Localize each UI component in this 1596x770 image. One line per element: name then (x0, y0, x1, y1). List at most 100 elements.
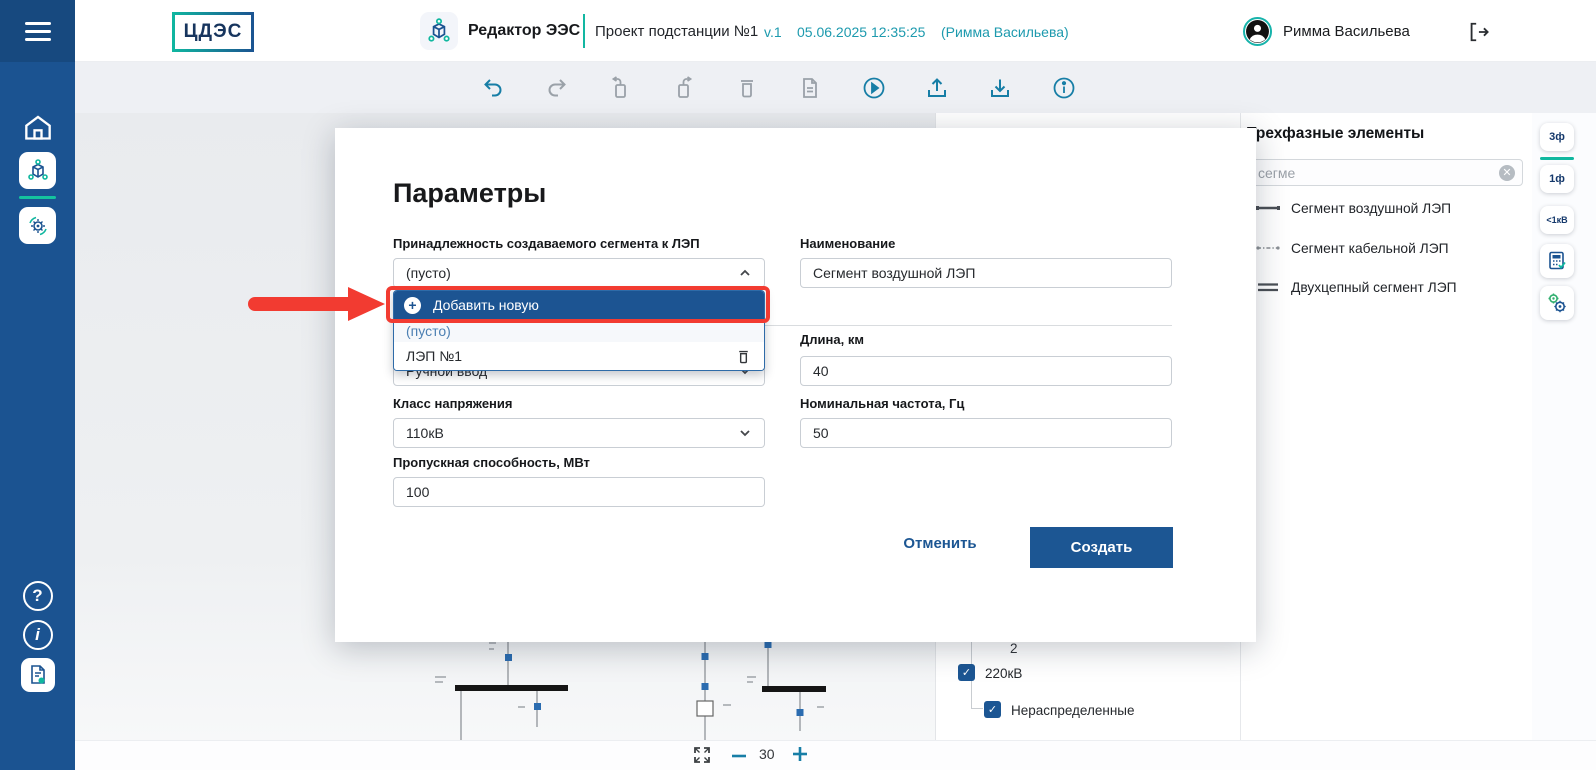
palette-item-overhead-segment[interactable]: Сегмент воздушной ЛЭП (1247, 195, 1523, 221)
capacity-label: Пропускная способность, МВт (393, 455, 590, 470)
logo-text: ЦДЭС (175, 15, 251, 49)
project-version: v.1 (764, 24, 782, 40)
parameters-modal: Параметры Принадлежность создаваемого се… (335, 128, 1256, 642)
search-clear-icon[interactable]: ✕ (1499, 165, 1515, 181)
tree-node-count: 2 (1010, 641, 1018, 656)
length-input[interactable] (800, 356, 1172, 386)
rotate-right-button[interactable] (672, 76, 696, 100)
tab-single-phase[interactable]: 1ф (1540, 165, 1574, 193)
three-phase-elements-panel: Трехфазные элементы ✕ Сегмент воздушной … (1240, 113, 1532, 740)
zoom-out-button[interactable] (730, 749, 748, 763)
about-button[interactable]: i (0, 620, 75, 650)
scheme-editor-icon (19, 152, 56, 189)
tree-group-label[interactable]: Нераспределенные (1011, 703, 1135, 718)
palette-item-cable-segment[interactable]: Сегмент кабельной ЛЭП (1247, 235, 1523, 261)
double-line-icon (1255, 280, 1281, 294)
calculator-panel-button[interactable] (1540, 244, 1574, 278)
help-button[interactable]: ? (0, 581, 75, 611)
palette-item-label: Сегмент воздушной ЛЭП (1291, 201, 1451, 216)
save-timestamp: 05.06.2025 12:35:25 (797, 24, 925, 40)
tree-connector (971, 708, 983, 709)
user-avatar[interactable] (1243, 17, 1272, 46)
cancel-button[interactable]: Отменить (895, 535, 985, 552)
palette-title: Трехфазные элементы (1247, 125, 1424, 143)
redo-button[interactable] (545, 76, 569, 100)
empty-option[interactable]: (пусто) (394, 319, 764, 342)
zoom-level: 30 (759, 746, 775, 762)
voltage-class-label: Класс напряжения (393, 396, 513, 411)
create-button[interactable]: Создать (1030, 527, 1173, 568)
header-divider (583, 14, 585, 48)
add-new-option[interactable]: + Добавить новую (394, 291, 764, 319)
active-tab-underline (19, 196, 56, 199)
editor-toolbar (75, 62, 1596, 113)
tree-voltage-label[interactable]: 220кВ (985, 666, 1022, 681)
plus-circle-icon: + (404, 297, 421, 314)
belonging-select[interactable]: (пусто) (393, 258, 765, 288)
app-title: Редактор ЭЭС (468, 22, 580, 40)
rotate-left-button[interactable] (608, 76, 632, 100)
belonging-dropdown-list: + Добавить новую (пусто) ЛЭП №1 (393, 290, 765, 371)
upload-button[interactable] (925, 76, 949, 100)
license-button[interactable] (0, 658, 75, 692)
info-button[interactable] (1052, 76, 1076, 100)
main-menu-button[interactable] (0, 0, 75, 62)
hamburger-icon (25, 17, 51, 46)
project-name: Проект подстанции №1 (595, 23, 758, 40)
canvas-statusbar: 30 (75, 740, 1596, 770)
undo-button[interactable] (481, 76, 505, 100)
chevron-down-icon (738, 426, 752, 440)
belonging-label: Принадлежность создаваемого сегмента к Л… (393, 236, 700, 251)
modal-title: Параметры (393, 178, 546, 209)
voltage-checkbox[interactable]: ✓ (958, 664, 975, 681)
run-calculation-button[interactable] (862, 76, 886, 100)
active-phase-underline (1540, 157, 1574, 160)
add-new-label: Добавить новую (433, 297, 539, 313)
palette-item-label: Сегмент кабельной ЛЭП (1291, 241, 1449, 256)
length-label: Длина, км (800, 332, 864, 347)
voltage-class-select[interactable]: 110кВ (393, 418, 765, 448)
lep-option-label: ЛЭП №1 (406, 348, 462, 364)
zoom-in-button[interactable] (791, 745, 809, 763)
capacity-input[interactable] (393, 477, 765, 507)
download-button[interactable] (988, 76, 1012, 100)
scheme-editor-button[interactable] (0, 152, 75, 189)
palette-item-double-circuit-segment[interactable]: Двухцепный сегмент ЛЭП (1247, 274, 1523, 300)
user-name: Римма Васильева (1283, 23, 1410, 40)
company-logo: ЦДЭС (172, 12, 254, 52)
app-root: ? i ЦДЭС Редактор ЭЭС Проект подстанции … (0, 0, 1596, 770)
editor-app-icon (420, 12, 458, 50)
processing-button[interactable] (0, 207, 75, 244)
palette-item-label: Двухцепный сегмент ЛЭП (1291, 280, 1457, 295)
group-checkbox[interactable]: ✓ (984, 701, 1001, 718)
question-icon: ? (23, 581, 53, 611)
frequency-input[interactable] (800, 418, 1172, 448)
voltage-class-value: 110кВ (406, 425, 444, 441)
overhead-line-icon (1255, 201, 1281, 215)
document-button[interactable] (798, 76, 822, 100)
lep-option[interactable]: ЛЭП №1 (394, 342, 764, 370)
settings-panel-button[interactable] (1540, 286, 1574, 320)
gear-sync-icon (19, 207, 56, 244)
logout-button[interactable] (1467, 21, 1489, 43)
tab-three-phase[interactable]: 3ф (1540, 123, 1574, 151)
calculator-icon (1546, 250, 1568, 272)
phase-filter-strip: 3ф 1ф <1кВ (1532, 113, 1596, 740)
left-sidebar: ? i (0, 0, 75, 770)
home-button[interactable] (0, 115, 75, 141)
home-icon (24, 115, 52, 141)
trash-icon[interactable] (735, 348, 752, 365)
app-header: ЦДЭС Редактор ЭЭС Проект подстанции №1 v… (75, 0, 1596, 62)
tab-low-voltage[interactable]: <1кВ (1540, 206, 1574, 234)
delete-button[interactable] (735, 76, 759, 100)
chevron-up-icon (738, 266, 752, 280)
fit-to-screen-button[interactable] (693, 746, 711, 764)
name-label: Наименование (800, 236, 895, 251)
info-icon: i (23, 620, 53, 650)
name-input[interactable] (800, 258, 1172, 288)
save-author: (Римма Васильева) (941, 24, 1069, 40)
gears-icon (1545, 291, 1569, 315)
palette-search-input[interactable] (1247, 159, 1523, 186)
cable-line-icon (1255, 241, 1281, 255)
frequency-label: Номинальная частота, Гц (800, 396, 964, 411)
